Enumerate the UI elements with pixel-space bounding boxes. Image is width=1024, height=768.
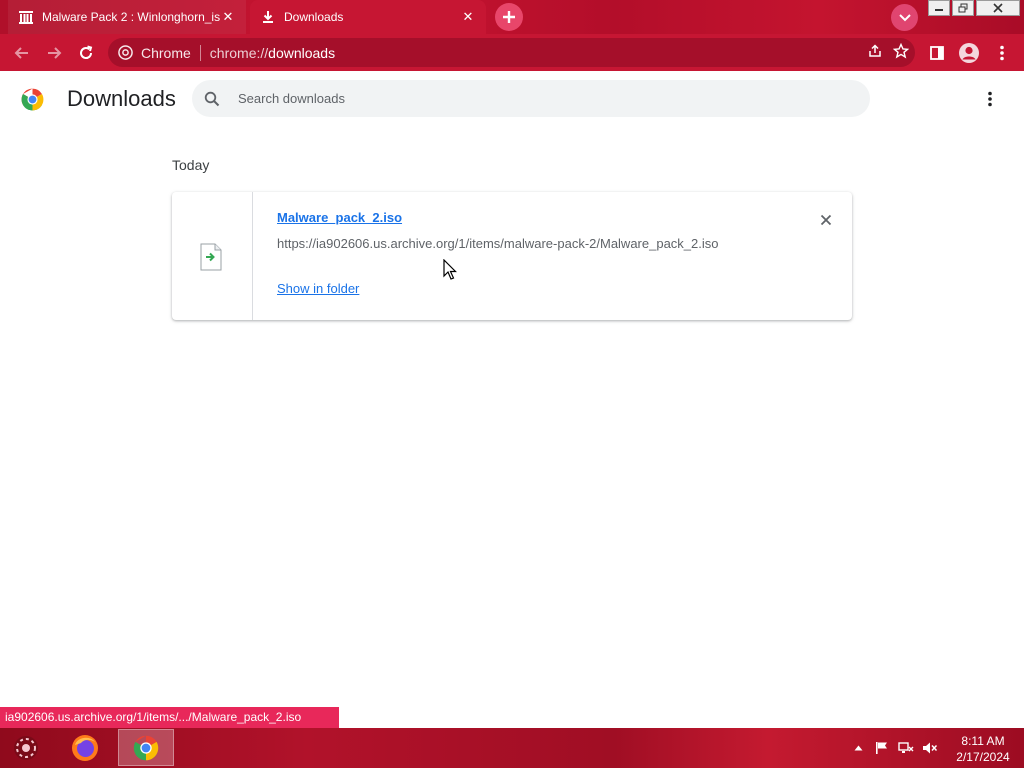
kebab-menu-icon [988, 91, 992, 107]
action-center-button[interactable] [874, 740, 890, 756]
minimize-button[interactable] [928, 0, 950, 16]
close-icon [993, 3, 1003, 13]
chrome-icon [118, 45, 133, 60]
volume-muted-icon [923, 742, 938, 754]
arrow-right-icon [48, 47, 62, 59]
download-item: Malware_pack_2.iso https://ia902606.us.a… [172, 192, 852, 320]
site-chip[interactable]: Chrome [118, 45, 191, 61]
page-title: Downloads [67, 86, 176, 111]
more-actions-button[interactable] [980, 87, 1000, 111]
file-icon-column [172, 192, 253, 320]
share-icon [869, 44, 881, 57]
clock-time: 8:11 AM [961, 734, 1005, 748]
archive-org-icon [18, 9, 34, 25]
side-panel-icon [930, 46, 944, 60]
show-in-folder-link[interactable]: Show in folder [277, 281, 359, 296]
reload-button[interactable] [72, 39, 100, 67]
close-icon [820, 214, 832, 226]
link-status-bubble: ia902606.us.archive.org/1/items/.../Malw… [0, 707, 339, 728]
file-source-url[interactable]: https://ia902606.us.archive.org/1/items/… [277, 236, 719, 251]
url-host: downloads [268, 44, 336, 61]
start-button[interactable] [6, 731, 46, 765]
back-button[interactable] [8, 39, 36, 67]
remove-download-button[interactable] [816, 210, 836, 230]
forward-button[interactable] [40, 39, 68, 67]
search-input[interactable] [236, 90, 840, 107]
chrome-menu-button[interactable] [988, 39, 1016, 67]
kebab-menu-icon [1000, 45, 1004, 61]
chevron-down-icon [898, 13, 911, 21]
address-bar[interactable]: Chrome chrome://downloads [108, 38, 915, 67]
mouse-cursor-icon [443, 259, 457, 280]
taskbar-clock[interactable]: 8:11 AM 2/17/2024 [948, 733, 1018, 765]
address-bar-actions [867, 38, 910, 67]
file-icon [200, 243, 222, 271]
taskbar-firefox[interactable] [57, 729, 113, 766]
flag-icon [876, 742, 887, 754]
side-panel-button[interactable] [923, 39, 951, 67]
minimize-icon [935, 9, 943, 11]
share-button[interactable] [867, 43, 883, 62]
file-name-link[interactable]: Malware_pack_2.iso [277, 210, 402, 225]
plus-icon [503, 11, 515, 23]
tab-downloads[interactable]: Downloads ✕ [250, 0, 486, 34]
tab-title: Malware Pack 2 : Winlonghorn_is [42, 10, 220, 24]
downloads-header: Downloads [0, 71, 1024, 127]
restore-button[interactable] [952, 0, 974, 16]
network-button[interactable] [898, 740, 914, 756]
profile-button[interactable] [955, 39, 983, 67]
search-downloads[interactable] [192, 80, 870, 117]
url-scheme: chrome:// [209, 44, 269, 61]
start-orb-icon [14, 736, 38, 760]
divider [199, 44, 201, 61]
volume-button[interactable] [922, 740, 938, 756]
arrow-left-icon [14, 47, 28, 59]
chrome-icon [133, 735, 159, 760]
site-chip-label: Chrome [141, 44, 191, 61]
restore-icon [958, 3, 968, 13]
taskbar-chrome[interactable] [118, 729, 174, 766]
url-text: chrome://downloads [210, 45, 335, 61]
network-icon [898, 742, 914, 753]
show-hidden-icons-button[interactable] [850, 740, 866, 756]
date-section-label: Today [172, 157, 210, 173]
tab-search-button[interactable] [891, 4, 918, 31]
browser-toolbar: Chrome chrome://downloads [0, 34, 1024, 71]
firefox-icon [72, 734, 98, 761]
tab-malware-pack[interactable]: Malware Pack 2 : Winlonghorn_is ✕ [8, 0, 246, 34]
tab-title: Downloads [284, 10, 344, 24]
download-icon [260, 9, 276, 25]
close-tab-icon[interactable]: ✕ [460, 9, 476, 25]
window-controls [928, 0, 1020, 18]
new-tab-button[interactable] [495, 3, 523, 31]
chrome-logo-icon [21, 88, 44, 111]
star-icon [892, 42, 910, 59]
close-window-button[interactable] [976, 0, 1020, 16]
taskbar: 8:11 AM 2/17/2024 [0, 728, 1024, 768]
reload-icon [80, 45, 93, 59]
clock-date: 2/17/2024 [956, 750, 1010, 764]
tab-strip: Malware Pack 2 : Winlonghorn_is ✕ Downlo… [0, 0, 1024, 34]
close-tab-icon[interactable]: ✕ [220, 9, 236, 25]
chevron-up-icon [854, 745, 862, 751]
bookmark-button[interactable] [892, 42, 910, 62]
system-tray [850, 728, 938, 768]
search-icon [204, 91, 220, 106]
avatar-icon [959, 43, 979, 63]
